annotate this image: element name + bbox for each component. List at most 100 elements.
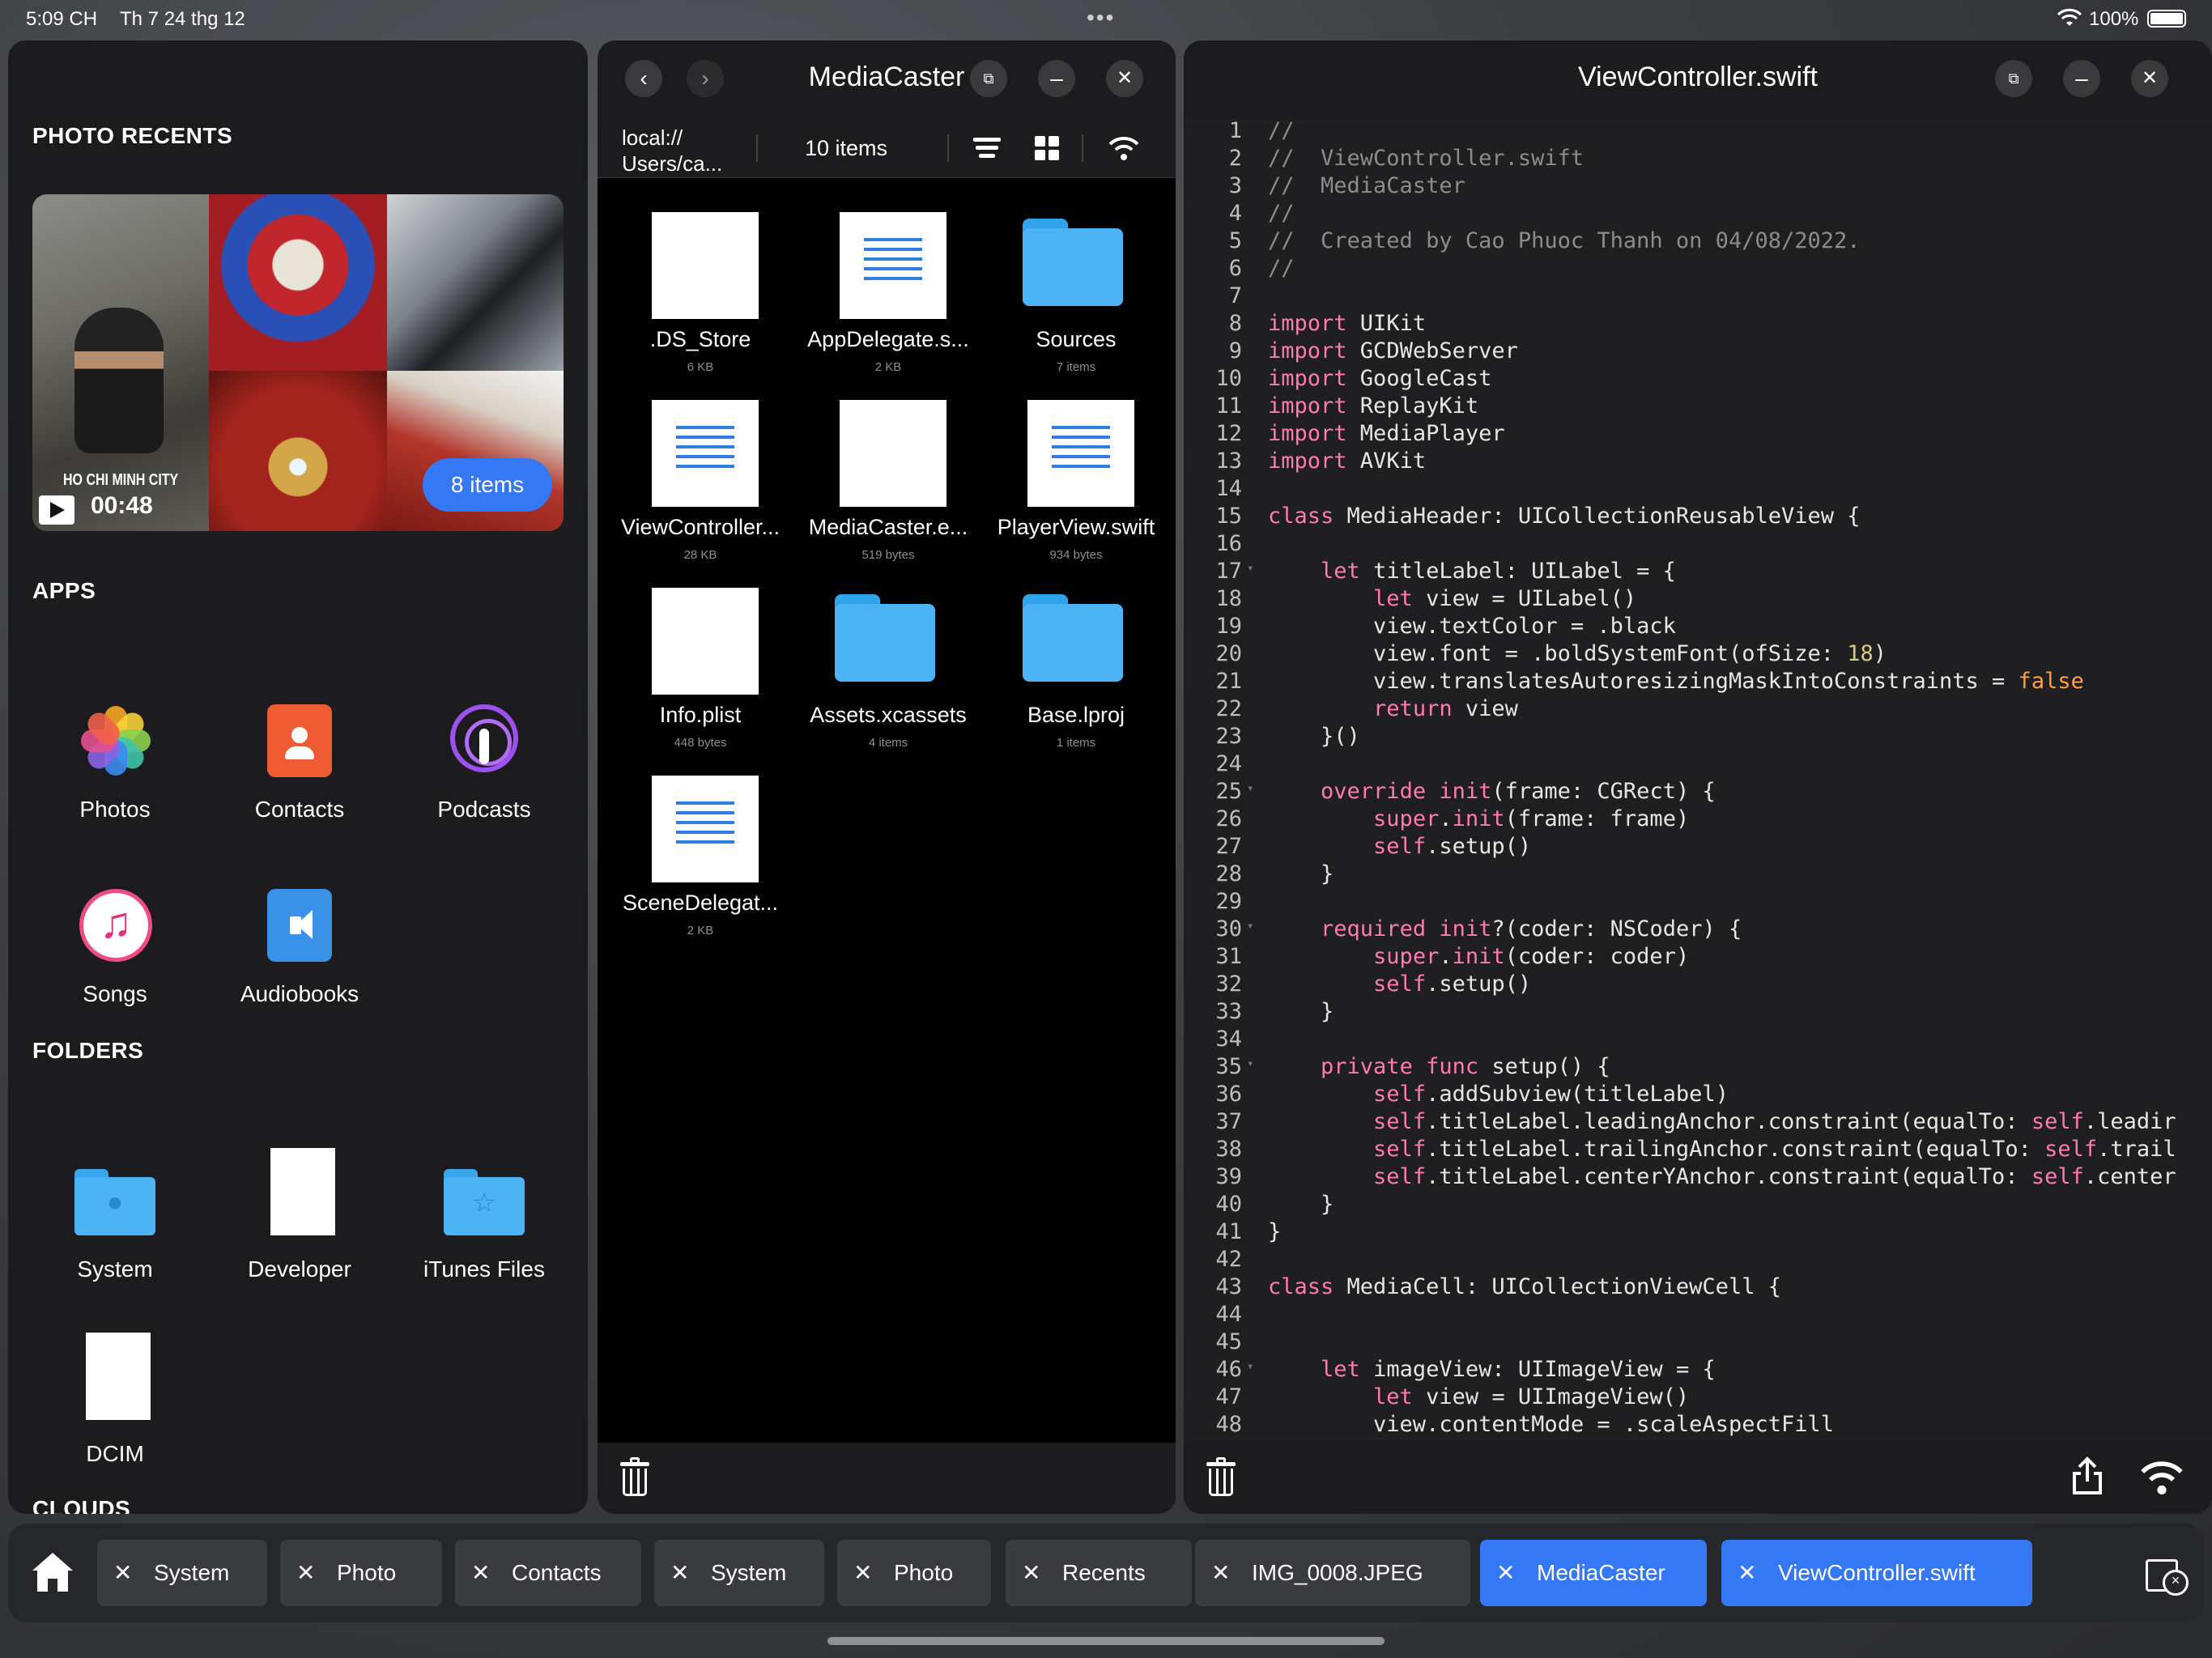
code-line[interactable]: 9 import GCDWebServer	[1184, 338, 2212, 366]
code-line[interactable]: 2 // ViewController.swift	[1184, 146, 2212, 173]
tab-chip[interactable]: ✕ Recents	[1006, 1540, 1192, 1606]
close-tab-icon[interactable]: ✕	[113, 1540, 132, 1606]
grid-view-icon[interactable]	[1035, 136, 1059, 160]
close-tab-icon[interactable]: ✕	[1211, 1540, 1230, 1606]
close-tab-icon[interactable]: ✕	[853, 1540, 872, 1606]
tab-chip[interactable]: ✕ IMG_0008.JPEG	[1195, 1540, 1470, 1606]
code-line[interactable]: 44	[1184, 1302, 2212, 1329]
code-line[interactable]: 22 return view	[1184, 696, 2212, 724]
tab-chip[interactable]: ✕ Photo	[280, 1540, 442, 1606]
fold-chevron-icon[interactable]: ▾	[1247, 1057, 1253, 1070]
code-line[interactable]: 12 import MediaPlayer	[1184, 421, 2212, 449]
tab-chip[interactable]: ✕ System	[97, 1540, 267, 1606]
code-line[interactable]: 19 view.textColor = .black	[1184, 614, 2212, 641]
file-item[interactable]: AppDelegate.s... 2 KB	[794, 202, 982, 374]
tab-chip[interactable]: ✕ MediaCaster	[1480, 1540, 1707, 1606]
file-item[interactable]: PlayerView.swift 934 bytes	[982, 390, 1170, 562]
trash-icon[interactable]	[620, 1457, 649, 1496]
multitask-dots[interactable]: •••	[1087, 5, 1115, 31]
float-window-button[interactable]: ⧉	[970, 60, 1007, 97]
code-line[interactable]: 32 self.setup()	[1184, 971, 2212, 999]
code-line[interactable]: 48 view.contentMode = .scaleAspectFill	[1184, 1412, 2212, 1439]
play-icon[interactable]	[39, 495, 74, 525]
code-line[interactable]: 27 self.setup()	[1184, 834, 2212, 861]
code-line[interactable]: 30 ▾ required init?(coder: NSCoder) {	[1184, 916, 2212, 944]
code-line[interactable]: 18 let view = UILabel()	[1184, 586, 2212, 614]
minimize-button[interactable]: –	[1038, 60, 1075, 97]
file-item[interactable]: MediaCaster.e... 519 bytes	[794, 390, 982, 562]
code-line[interactable]: 6 //	[1184, 256, 2212, 283]
code-editor[interactable]: 1 // 2 // ViewController.swift 3 // MediaCast…	[1184, 118, 2212, 1483]
code-line[interactable]: 17 ▾ let titleLabel: UILabel = {	[1184, 559, 2212, 586]
folder-item[interactable]: Sources 7 items	[982, 202, 1170, 374]
app-songs[interactable]: ♫ Songs	[26, 873, 204, 1007]
code-line[interactable]: 47 let view = UIImageView()	[1184, 1384, 2212, 1412]
folder-dcim[interactable]: DCIM	[26, 1333, 204, 1467]
code-line[interactable]: 25 ▾ override init(frame: CGRect) {	[1184, 779, 2212, 806]
code-line[interactable]: 21 view.translatesAutoresizingMaskIntoCo…	[1184, 669, 2212, 696]
share-icon[interactable]	[2071, 1456, 2104, 1496]
code-line[interactable]: 1 //	[1184, 118, 2212, 146]
file-item[interactable]: SceneDelegat... 2 KB	[606, 766, 794, 937]
code-line[interactable]: 10 import GoogleCast	[1184, 366, 2212, 393]
code-line[interactable]: 45	[1184, 1329, 2212, 1357]
file-item[interactable]: ViewController... 28 KB	[606, 390, 794, 562]
code-line[interactable]: 13 import AVKit	[1184, 449, 2212, 476]
code-line[interactable]: 26 super.init(frame: frame)	[1184, 806, 2212, 834]
file-item[interactable]: .DS_Store 6 KB	[606, 202, 794, 374]
code-line[interactable]: 3 // MediaCaster	[1184, 173, 2212, 201]
app-podcasts[interactable]: Podcasts	[395, 688, 573, 823]
close-tab-icon[interactable]: ✕	[670, 1540, 689, 1606]
code-line[interactable]: 14	[1184, 476, 2212, 504]
code-line[interactable]: 7	[1184, 283, 2212, 311]
tab-chip[interactable]: ✕ System	[654, 1540, 824, 1606]
app-contacts[interactable]: Contacts	[211, 688, 389, 823]
code-line[interactable]: 35 ▾ private func setup() {	[1184, 1054, 2212, 1082]
code-line[interactable]: 34	[1184, 1027, 2212, 1054]
code-line[interactable]: 41}	[1184, 1219, 2212, 1247]
trash-icon[interactable]	[1206, 1457, 1236, 1496]
fold-chevron-icon[interactable]: ▾	[1247, 920, 1253, 933]
close-tab-icon[interactable]: ✕	[296, 1540, 315, 1606]
close-tab-icon[interactable]: ✕	[1022, 1540, 1040, 1606]
code-line[interactable]: 29	[1184, 889, 2212, 916]
app-photos[interactable]: Photos	[26, 688, 204, 823]
current-path[interactable]: local:// Users/ca...	[622, 125, 722, 176]
sort-list-icon[interactable]	[973, 138, 1001, 159]
float-window-button[interactable]: ⧉	[1995, 60, 2032, 97]
folder-item[interactable]: Base.lproj 1 items	[982, 578, 1170, 750]
code-line[interactable]: 11 import ReplayKit	[1184, 393, 2212, 421]
close-all-tabs-icon[interactable]	[2146, 1559, 2189, 1596]
code-line[interactable]: 36 self.addSubview(titleLabel)	[1184, 1082, 2212, 1109]
photo-recents-card[interactable]: HO CHI MINH CITY 00:48 8 items	[32, 194, 564, 531]
code-line[interactable]: 42	[1184, 1247, 2212, 1274]
fold-chevron-icon[interactable]: ▾	[1247, 782, 1253, 795]
code-line[interactable]: 8 import UIKit	[1184, 311, 2212, 338]
folder-itunes-files[interactable]: ☆ iTunes Files	[395, 1148, 573, 1282]
folder-item[interactable]: Assets.xcassets 4 items	[794, 578, 982, 750]
minimize-button[interactable]: –	[2063, 60, 2100, 97]
code-line[interactable]: 40 }	[1184, 1192, 2212, 1219]
app-audiobooks[interactable]: Audiobooks	[211, 873, 389, 1007]
code-line[interactable]: 4 //	[1184, 201, 2212, 228]
fold-chevron-icon[interactable]: ▾	[1247, 562, 1253, 575]
close-button[interactable]: ✕	[1106, 60, 1143, 97]
code-line[interactable]: 5 // Created by Cao Phuoc Thanh on 04/08/…	[1184, 228, 2212, 256]
code-line[interactable]: 37 self.titleLabel.leadingAnchor.constra…	[1184, 1109, 2212, 1137]
close-tab-icon[interactable]: ✕	[1496, 1540, 1515, 1606]
fold-chevron-icon[interactable]: ▾	[1247, 1360, 1253, 1373]
tab-chip[interactable]: ✕ ViewController.swift	[1721, 1540, 2032, 1606]
close-tab-icon[interactable]: ✕	[471, 1540, 490, 1606]
code-line[interactable]: 31 super.init(coder: coder)	[1184, 944, 2212, 971]
code-line[interactable]: 20 view.font = .boldSystemFont(ofSize: 1…	[1184, 641, 2212, 669]
file-item[interactable]: Info.plist 448 bytes	[606, 578, 794, 750]
code-line[interactable]: 46 ▾ let imageView: UIImageView = {	[1184, 1357, 2212, 1384]
code-line[interactable]: 23 }()	[1184, 724, 2212, 751]
code-line[interactable]: 15 class MediaHeader: UICollectionReusabl…	[1184, 504, 2212, 531]
home-indicator[interactable]	[827, 1637, 1385, 1645]
wifi-share-icon[interactable]	[1108, 136, 1140, 164]
folder-system[interactable]: ● System	[26, 1148, 204, 1282]
code-line[interactable]: 28 }	[1184, 861, 2212, 889]
code-line[interactable]: 43 class MediaCell: UICollectionViewCell …	[1184, 1274, 2212, 1302]
tab-chip[interactable]: ✕ Photo	[837, 1540, 991, 1606]
